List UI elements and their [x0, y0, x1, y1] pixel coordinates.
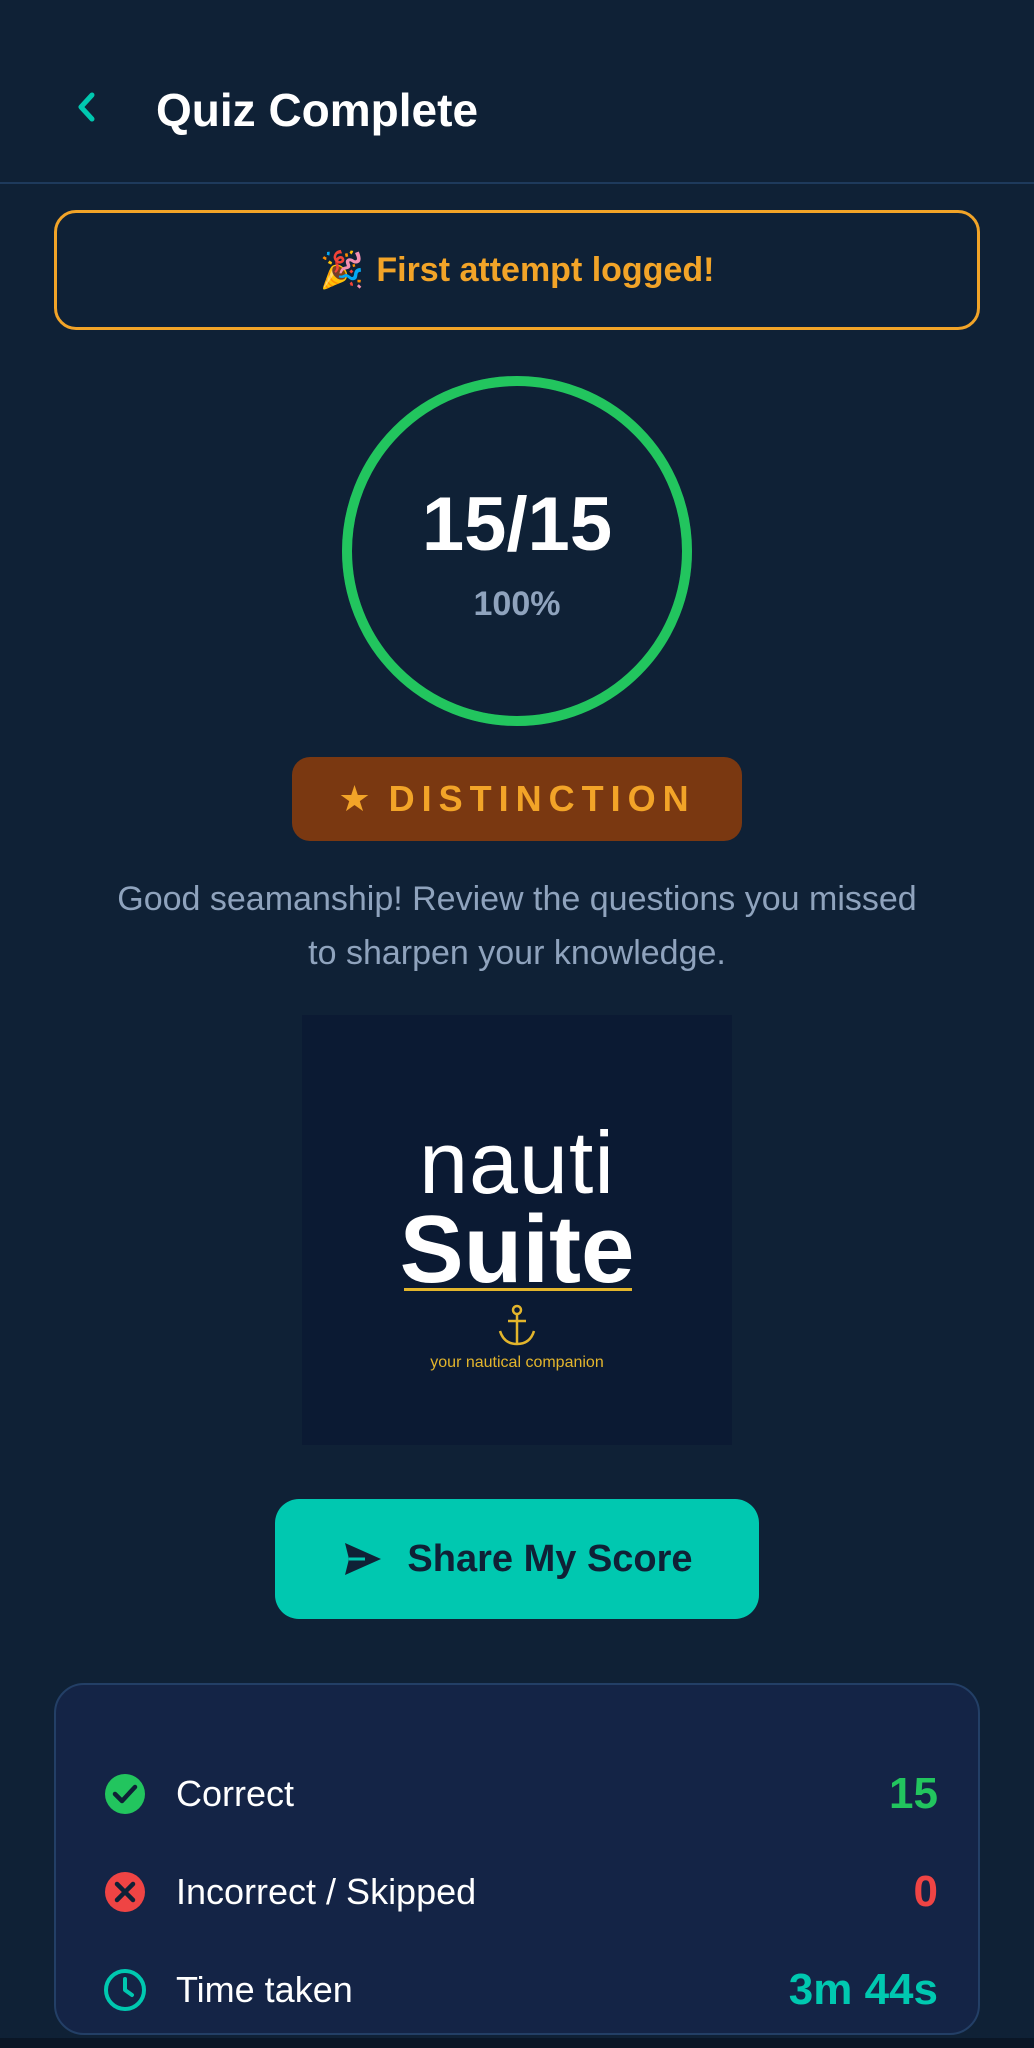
back-button[interactable]	[62, 82, 112, 132]
stat-row-time: Time taken 3m 44s	[102, 1960, 938, 2020]
check-circle-icon	[105, 1774, 145, 1814]
party-popper-icon: 🎉	[319, 249, 365, 290]
grade-label: DISTINCTION	[388, 778, 696, 819]
result-message: Good seamanship! Review the questions yo…	[117, 880, 917, 972]
stat-label-correct: Correct	[176, 1773, 295, 1814]
bottom-edge	[0, 2038, 1034, 2048]
stat-row-correct: Correct 15	[102, 1764, 938, 1824]
stat-value-incorrect: 0	[913, 1867, 938, 1916]
score-percent: 100%	[473, 585, 561, 623]
score-fraction: 15/15	[421, 482, 613, 567]
stat-value-correct: 15	[889, 1769, 938, 1818]
page-title: Quiz Complete	[156, 84, 479, 136]
app-header: Quiz Complete	[0, 0, 1034, 184]
stats-card: Correct 15 Incorrect / Skipped 0 Time ta…	[54, 1683, 980, 2035]
stat-value-time: 3m 44s	[788, 1965, 938, 2014]
stat-label-incorrect: Incorrect / Skipped	[176, 1871, 477, 1912]
nautisuite-logo: nauti Suite your nautical companion	[302, 1015, 732, 1445]
first-attempt-banner: 🎉 First attempt logged!	[54, 210, 980, 330]
stat-label-time: Time taken	[176, 1969, 353, 2010]
grade-badge: ★ DISTINCTION	[292, 757, 742, 841]
share-score-button[interactable]: Share My Score	[275, 1499, 759, 1619]
anchor-icon	[498, 1304, 536, 1346]
share-button-label: Share My Score	[407, 1537, 693, 1580]
stat-row-incorrect: Incorrect / Skipped 0	[102, 1862, 938, 1922]
star-icon: ★	[338, 778, 371, 819]
logo-underline	[404, 1288, 632, 1291]
clock-icon	[104, 1969, 146, 2011]
chevron-left-icon	[78, 92, 95, 122]
x-circle-icon	[105, 1872, 145, 1912]
banner-text: First attempt logged!	[376, 250, 715, 289]
send-icon	[345, 1543, 382, 1575]
logo-tagline: your nautical companion	[430, 1354, 604, 1371]
